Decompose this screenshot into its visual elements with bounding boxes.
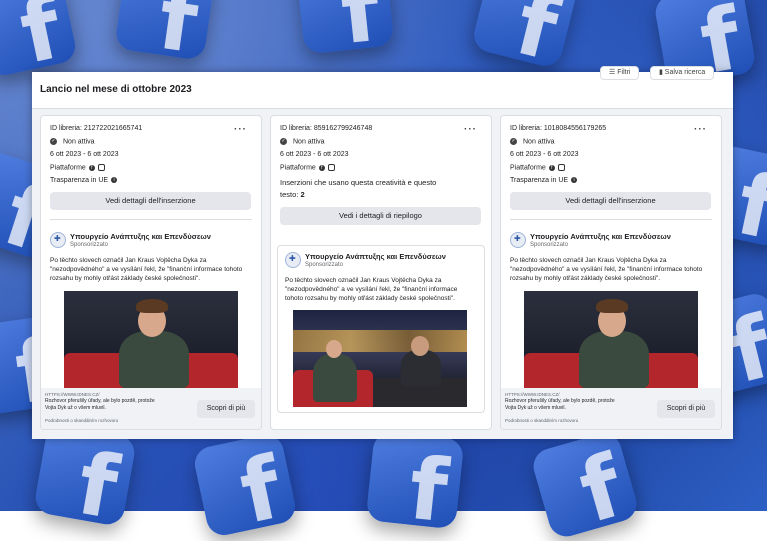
filter-label: Filtri xyxy=(617,69,631,76)
learn-more-button[interactable]: Scopri di più xyxy=(657,400,715,418)
facebook-icon: f xyxy=(88,164,95,171)
status-text: Non attiva xyxy=(293,138,325,146)
ad-card: ID libreria: 212722021665741 ··· ✓ Non at… xyxy=(40,115,262,430)
divider xyxy=(510,219,712,220)
advertiser-logo-icon[interactable] xyxy=(50,232,66,248)
facebook-icon: f xyxy=(548,164,555,171)
link-title: Rozhovor přerušily úřady, ale bylo pozdě… xyxy=(45,398,155,411)
host-head xyxy=(411,336,429,356)
sponsored-label: Sponsorizzato xyxy=(305,262,344,268)
link-url: HTTPS://WWW.IDNES.CZ/ xyxy=(45,392,100,397)
link-preview[interactable]: HTTPS://WWW.IDNES.CZ/ Rozhovor přerušily… xyxy=(41,388,261,429)
ad-card: ID libreria: 1018084556179265 ··· ✓ Non a… xyxy=(500,115,722,430)
facebook-logo-tile xyxy=(0,0,79,79)
ad-body-text: Po těchto slovech označil Jan Kraus Vojt… xyxy=(510,257,703,282)
status-text: Non attiva xyxy=(523,138,555,146)
transparency-label: Trasparenza in UE xyxy=(50,177,109,184)
facebook-logo-tile xyxy=(114,0,216,61)
facebook-logo-tile xyxy=(365,430,465,530)
view-ad-details-button[interactable]: Vedi dettagli dell'inserzione xyxy=(510,192,711,210)
instagram-icon xyxy=(97,164,105,171)
creative-usage-text-2: testo: 2 xyxy=(280,190,305,199)
library-id: ID libreria: 1018084556179265 xyxy=(510,125,607,132)
ad-body-text: Po těchto slovech označil Jan Kraus Vojt… xyxy=(50,257,243,282)
guest-hair xyxy=(596,299,628,313)
creative-usage-text: Inserzioni che usano questa creatività e… xyxy=(280,178,436,187)
facebook-icon: f xyxy=(318,164,325,171)
status-text: Non attiva xyxy=(63,138,95,146)
ad-body-text: Po těchto slovech označil Jan Kraus Vojt… xyxy=(285,277,458,302)
date-range: 6 ott 2023 - 6 ott 2023 xyxy=(280,151,349,158)
library-id: ID libreria: 859162799246748 xyxy=(280,125,373,132)
more-options-icon[interactable]: ··· xyxy=(694,124,707,135)
instagram-icon xyxy=(557,164,565,171)
advertiser-name[interactable]: Υπουργείο Ανάπτυξης και Επενδύσεων xyxy=(305,252,446,261)
transparency-label: Trasparenza in UE xyxy=(510,177,569,184)
platforms-label: Piattaforme xyxy=(510,164,546,172)
guest-figure xyxy=(313,354,357,402)
save-search-button[interactable]: ▮ Salva ricerca xyxy=(650,66,715,80)
status: ✓ Non attiva xyxy=(280,138,325,145)
panel-title: Lancio nel mese di ottobre 2023 xyxy=(40,84,192,95)
platforms-label: Piattaforme xyxy=(50,164,86,172)
platforms: Piattaforme f xyxy=(510,164,565,171)
link-url: HTTPS://WWW.IDNES.CZ/ xyxy=(505,392,560,397)
facebook-logo-tile xyxy=(529,429,641,541)
info-icon[interactable]: i xyxy=(571,177,578,184)
platforms-label: Piattaforme xyxy=(280,164,316,172)
library-id: ID libreria: 212722021665741 xyxy=(50,125,143,132)
view-ad-details-button[interactable]: Vedi dettagli dell'inserzione xyxy=(50,192,251,210)
view-summary-details-button[interactable]: Vedi i dettagli di riepilogo xyxy=(280,207,481,225)
guest-figure xyxy=(119,331,189,388)
status: ✓ Non attiva xyxy=(510,138,555,145)
panel-header: Lancio nel mese di ottobre 2023 ☰ Filtri… xyxy=(32,66,733,109)
info-icon[interactable]: i xyxy=(111,177,118,184)
more-options-icon[interactable]: ··· xyxy=(234,124,247,135)
status: ✓ Non attiva xyxy=(50,138,95,145)
ad-card: ID libreria: 859162799246748 ··· ✓ Non at… xyxy=(270,115,492,430)
creative-usage-line: Inserzioni che usano questa creatività e… xyxy=(280,178,437,187)
advertiser-name[interactable]: Υπουργείο Ανάπτυξης και Επενδύσεων xyxy=(70,232,211,241)
status-check-icon: ✓ xyxy=(510,138,517,145)
platforms: Piattaforme f xyxy=(50,164,105,171)
link-title: Rozhovor přerušily úřady, ale bylo pozdě… xyxy=(505,398,615,411)
ad-preview-card: Υπουργείο Ανάπτυξης και Επενδύσεων Spons… xyxy=(277,245,485,413)
learn-more-button[interactable]: Scopri di più xyxy=(197,400,255,418)
city-backdrop xyxy=(293,330,467,352)
instagram-icon xyxy=(327,164,335,171)
link-subtitle: Podrobnosti o skandálním rozhovoru xyxy=(45,418,119,423)
facebook-logo-tile xyxy=(191,431,299,539)
date-range: 6 ott 2023 - 6 ott 2023 xyxy=(50,151,119,158)
ad-image[interactable] xyxy=(524,291,698,388)
ad-library-panel: Lancio nel mese di ottobre 2023 ☰ Filtri… xyxy=(32,66,733,439)
transparency: Trasparenza in UE i xyxy=(510,177,578,184)
sponsored-label: Sponsorizzato xyxy=(530,242,569,248)
date-range: 6 ott 2023 - 6 ott 2023 xyxy=(510,151,579,158)
link-subtitle: Podrobnosti o skandálním rozhovoru xyxy=(505,418,579,423)
guest-figure xyxy=(579,331,649,388)
filter-button[interactable]: ☰ Filtri xyxy=(600,66,640,80)
guest-hair xyxy=(136,299,168,313)
creative-count: 2 xyxy=(300,190,305,199)
advertiser-logo-icon[interactable] xyxy=(285,252,301,268)
divider xyxy=(50,219,252,220)
advertiser-logo-icon[interactable] xyxy=(510,232,526,248)
ad-image[interactable] xyxy=(293,310,467,407)
filter-icon: ☰ xyxy=(609,69,618,76)
creative-usage-line-2: testo: xyxy=(280,190,299,199)
ad-image[interactable] xyxy=(64,291,238,388)
link-preview[interactable]: HTTPS://WWW.IDNES.CZ/ Rozhovor přerušily… xyxy=(501,388,721,429)
facebook-logo-tile xyxy=(470,0,580,70)
transparency: Trasparenza in UE i xyxy=(50,177,118,184)
status-check-icon: ✓ xyxy=(280,138,287,145)
status-check-icon: ✓ xyxy=(50,138,57,145)
platforms: Piattaforme f xyxy=(280,164,335,171)
save-search-label: Salva ricerca xyxy=(664,69,706,76)
facebook-logo-tile xyxy=(295,0,395,55)
advertiser-name[interactable]: Υπουργείο Ανάπτυξης και Επενδύσεων xyxy=(530,232,671,241)
guest-head xyxy=(326,340,342,358)
sponsored-label: Sponsorizzato xyxy=(70,242,109,248)
more-options-icon[interactable]: ··· xyxy=(464,124,477,135)
